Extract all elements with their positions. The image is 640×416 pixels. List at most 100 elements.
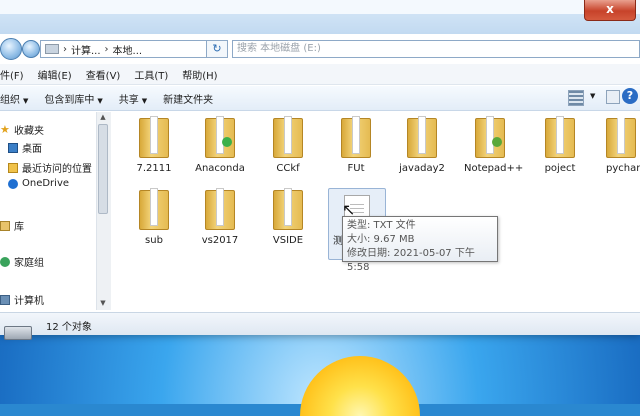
- folder-icon: [273, 188, 303, 230]
- desktop-icon: [8, 142, 18, 153]
- breadcrumb-separator: ›: [63, 43, 67, 55]
- organize-button[interactable]: 组织 ▼: [0, 91, 28, 106]
- search-input[interactable]: 搜索 本地磁盘 (E:): [232, 40, 640, 58]
- nav-item-homegroup[interactable]: 家庭组: [0, 254, 44, 269]
- title-highlight: [0, 0, 640, 14]
- folder-icon: [475, 116, 505, 158]
- folder-name: Notepad++: [464, 163, 524, 174]
- close-button[interactable]: x: [584, 0, 636, 21]
- search-placeholder: 搜索 本地磁盘 (E:): [237, 43, 321, 54]
- folder-icon: [273, 116, 303, 158]
- folder-name: FUt: [347, 163, 365, 174]
- anaconda-badge-icon: [222, 137, 232, 147]
- include-library-label: 包含到库中: [44, 94, 95, 106]
- folder-item[interactable]: javaday2: [388, 116, 456, 175]
- menu-help[interactable]: 帮助(H): [182, 67, 217, 82]
- folder-name: pycharm: [606, 163, 640, 174]
- folder-item[interactable]: sub: [120, 188, 188, 247]
- scroll-down-icon[interactable]: ▼: [98, 299, 108, 309]
- nav-item-favorites[interactable]: ★ 收藏夹: [0, 122, 44, 138]
- drive-icon: [4, 326, 32, 340]
- nav-scrollbar-thumb[interactable]: [98, 124, 108, 214]
- folder-icon: [205, 188, 235, 230]
- nav-item-label: 库: [14, 222, 24, 233]
- chevron-down-icon: ▼: [141, 96, 148, 105]
- folder-item[interactable]: VSIDE: [254, 188, 322, 247]
- folder-item[interactable]: FUt: [322, 116, 390, 175]
- folder-icon: [407, 116, 437, 158]
- nav-item-onedrive[interactable]: OneDrive: [8, 178, 69, 189]
- nav-item-desktop[interactable]: 桌面: [8, 140, 42, 155]
- share-button[interactable]: 共享 ▼: [119, 91, 147, 106]
- menu-file[interactable]: 件(F): [0, 67, 24, 82]
- back-button[interactable]: [0, 38, 22, 60]
- folder-item[interactable]: 7.2111: [120, 116, 188, 175]
- library-icon: [0, 220, 10, 231]
- folder-name: poject: [544, 163, 576, 174]
- status-bar: [0, 312, 640, 335]
- folder-icon: [139, 116, 169, 158]
- address-bar[interactable]: › 计算... › 本地...: [40, 40, 224, 58]
- scroll-up-icon[interactable]: ▲: [98, 113, 108, 123]
- folder-item[interactable]: Anaconda: [186, 116, 254, 175]
- star-icon: ★: [0, 122, 10, 136]
- menu-view[interactable]: 查看(V): [86, 67, 121, 82]
- nav-item-label: 收藏夹: [14, 126, 44, 137]
- share-label: 共享: [118, 94, 139, 106]
- nav-item-label: 桌面: [22, 144, 42, 155]
- folder-name: javaday2: [399, 163, 445, 174]
- breadcrumb-separator: ›: [104, 43, 109, 55]
- computer-icon: [45, 44, 59, 54]
- breadcrumb-local-disk[interactable]: 本地...: [113, 42, 143, 57]
- nav-item-label: 家庭组: [14, 258, 44, 269]
- tooltip-size: 大小: 9.67 MB: [347, 234, 415, 245]
- wallpaper-sun-bottom: [300, 356, 420, 416]
- chevron-down-icon[interactable]: ▼: [590, 92, 595, 100]
- nav-item-computer[interactable]: 计算机: [0, 292, 44, 307]
- help-icon[interactable]: ?: [622, 88, 638, 104]
- folder-icon: [139, 188, 169, 230]
- folder-name: Anaconda: [195, 163, 245, 174]
- item-count: 12 个对象: [46, 322, 92, 333]
- folder-item[interactable]: pycharm: [590, 118, 640, 175]
- new-folder-button[interactable]: 新建文件夹: [163, 91, 213, 106]
- command-bar: 组织 ▼ 包含到库中 ▼ 共享 ▼ 新建文件夹: [0, 86, 640, 111]
- folder-name: vs2017: [201, 235, 239, 246]
- homegroup-icon: [0, 256, 10, 267]
- notepad-badge-icon: [492, 137, 502, 147]
- nav-item-recent[interactable]: 最近访问的位置: [8, 160, 92, 175]
- folder-name: CCkf: [276, 163, 300, 174]
- folder-item[interactable]: poject: [526, 116, 594, 175]
- view-options-icon[interactable]: [568, 90, 584, 106]
- folder-item[interactable]: Notepad++: [456, 116, 524, 175]
- preview-pane-icon[interactable]: [606, 90, 620, 104]
- menu-edit[interactable]: 编辑(E): [38, 67, 72, 82]
- nav-item-libraries[interactable]: 库: [0, 218, 24, 233]
- nav-item-label: OneDrive: [22, 178, 70, 189]
- menu-tools[interactable]: 工具(T): [134, 67, 168, 82]
- folder-name: 7.2111: [136, 163, 172, 174]
- folder-item[interactable]: vs2017: [186, 188, 254, 247]
- navigation-pane: ★ 收藏夹 桌面 最近访问的位置 OneDrive 库 家庭组 计算机: [0, 112, 96, 310]
- organize-label: 组织: [0, 94, 20, 106]
- explorer-window: x › 计算... › 本地... ↻ 搜索 本地磁盘 (E:) 件(F) 编辑…: [0, 0, 640, 340]
- folder-icon: [606, 118, 636, 158]
- folder-icon: [545, 116, 575, 158]
- forward-button[interactable]: [22, 40, 40, 58]
- chevron-down-icon: ▼: [97, 96, 103, 105]
- menu-bar: 件(F) 编辑(E) 查看(V) 工具(T) 帮助(H): [0, 64, 640, 85]
- nav-item-label: 最近访问的位置: [22, 164, 92, 175]
- refresh-icon[interactable]: ↻: [206, 40, 228, 58]
- folder-name: VSIDE: [272, 235, 304, 246]
- folder-name: sub: [145, 235, 163, 246]
- chevron-down-icon: ▼: [23, 96, 29, 105]
- breadcrumb-computer[interactable]: 计算...: [71, 42, 101, 57]
- tooltip-modified-date: 修改日期: 2021-05-07 下午 5:58: [347, 248, 475, 273]
- cloud-icon: [8, 178, 18, 189]
- computer-icon: [0, 294, 10, 305]
- file-info-tooltip: 类型: TXT 文件 大小: 9.67 MB 修改日期: 2021-05-07 …: [342, 216, 498, 273]
- recent-places-icon: [8, 162, 18, 173]
- folder-icon: [341, 116, 371, 158]
- folder-item[interactable]: CCkf: [254, 116, 322, 175]
- include-library-button[interactable]: 包含到库中 ▼: [44, 91, 102, 106]
